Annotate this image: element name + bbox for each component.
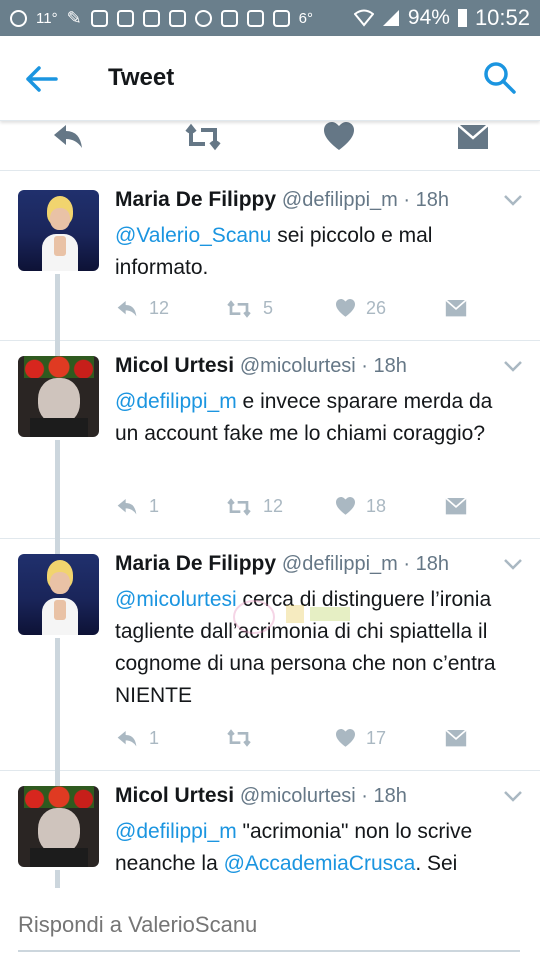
thread-line — [55, 340, 60, 356]
parent-tweet-actions — [0, 120, 540, 171]
thread-line — [55, 538, 60, 554]
retweet-icon — [227, 497, 251, 516]
divider — [0, 538, 540, 539]
gallery-icon — [90, 9, 108, 27]
instagram-icon — [168, 9, 186, 27]
wrench-icon: ✎ — [66, 7, 82, 28]
chevron-down-icon[interactable] — [504, 558, 522, 570]
like-icon — [336, 729, 355, 747]
author-name[interactable]: Micol Urtesi — [115, 784, 234, 807]
tweet-header: Micol Urtesi @micolurtesi · 18h — [115, 784, 407, 808]
status-left-text: 11° — [36, 9, 58, 27]
author-name[interactable]: Maria De Filippy — [115, 188, 276, 211]
like-count: 18 — [366, 496, 387, 516]
instagram-icon — [142, 9, 160, 27]
wifi-icon — [353, 9, 374, 27]
reply-action[interactable]: 1 — [115, 728, 159, 749]
tweet-text: @defilippi_m "acrimonia" non lo scrive n… — [115, 816, 510, 880]
reply-icon — [117, 498, 137, 514]
status-bar: 11° ✎ 6° 94% 10:52 — [0, 0, 540, 36]
retweet-icon — [227, 299, 251, 318]
status-temp: 6° — [298, 9, 314, 27]
like-icon — [336, 497, 355, 515]
author-name[interactable]: Micol Urtesi — [115, 354, 234, 377]
chat-bubble-icon — [10, 9, 27, 27]
author-handle: @defilippi_m · 18h — [281, 553, 449, 575]
reply-count: 1 — [149, 496, 160, 516]
like-icon — [336, 299, 355, 317]
thread-line — [55, 638, 60, 778]
reply-count: 1 — [149, 728, 160, 748]
retweet-icon — [227, 729, 251, 747]
avatar[interactable] — [18, 554, 99, 635]
reply-action[interactable]: 1 — [115, 496, 159, 517]
direct-message-icon[interactable] — [445, 298, 467, 317]
avatar[interactable] — [18, 786, 99, 867]
instagram-icon — [272, 9, 290, 27]
retweet-icon[interactable] — [183, 122, 223, 152]
tweet-text: @Valerio_Scanu sei piccolo e mal informa… — [115, 220, 510, 284]
direct-message-icon[interactable] — [457, 122, 489, 150]
mention-link[interactable]: @defilippi_m — [115, 390, 237, 413]
reply-action[interactable]: 12 — [115, 298, 169, 319]
chevron-down-icon[interactable] — [504, 194, 522, 206]
battery-icon — [457, 9, 467, 27]
author-handle: @micolurtesi · 18h — [239, 785, 407, 807]
like-action[interactable]: 26 — [335, 298, 386, 319]
retweet-count: 12 — [263, 496, 284, 516]
mention-link[interactable]: @AccademiaCrusca — [224, 852, 416, 875]
watermark-logo — [233, 600, 350, 634]
tweet-header: Maria De Filippy @defilippi_m · 18h — [115, 188, 449, 212]
like-count: 26 — [366, 298, 387, 318]
tweet-header: Micol Urtesi @micolurtesi · 18h — [115, 354, 407, 378]
like-action[interactable]: 18 — [335, 496, 386, 517]
tweet-text: @defilippi_m e invece sparare merda da u… — [115, 386, 510, 450]
retweet-action[interactable]: 12 — [225, 496, 283, 517]
tweet-text-body: . Sei — [415, 852, 458, 875]
back-arrow-icon[interactable] — [22, 62, 62, 96]
clock: 10:52 — [474, 5, 530, 30]
divider — [0, 770, 540, 771]
page-title: Tweet — [108, 64, 175, 91]
retweet-count: 5 — [263, 298, 274, 318]
author-name[interactable]: Maria De Filippy — [115, 552, 276, 575]
avatar[interactable] — [18, 356, 99, 437]
avatar[interactable] — [18, 190, 99, 271]
like-count: 17 — [366, 728, 387, 748]
thread-line — [55, 770, 60, 786]
instagram-icon — [116, 9, 134, 27]
instagram-icon — [220, 9, 238, 27]
reply-bar — [0, 888, 540, 960]
tweet-header: Maria De Filippy @defilippi_m · 18h — [115, 552, 449, 576]
reply-count: 12 — [149, 298, 170, 318]
thread-line — [55, 440, 60, 548]
retweet-action[interactable]: 5 — [225, 298, 273, 319]
author-handle: @micolurtesi · 18h — [239, 355, 407, 377]
signal-icon — [382, 10, 399, 26]
battery-percent: 94% — [407, 6, 450, 29]
direct-message-icon[interactable] — [445, 496, 467, 515]
mention-link[interactable]: @micolurtesi — [115, 588, 237, 611]
direct-message-icon[interactable] — [445, 728, 467, 747]
reply-icon — [117, 730, 137, 746]
chevron-down-icon[interactable] — [504, 790, 522, 802]
top-bar: Tweet — [0, 36, 540, 121]
reply-icon[interactable] — [50, 122, 86, 152]
thread-line — [55, 274, 60, 342]
divider — [0, 340, 540, 341]
author-handle: @defilippi_m · 18h — [281, 189, 449, 211]
like-icon[interactable] — [323, 122, 355, 152]
mention-link[interactable]: @Valerio_Scanu — [115, 224, 271, 247]
search-icon[interactable] — [482, 60, 518, 96]
messenger-icon — [194, 9, 212, 27]
chevron-down-icon[interactable] — [504, 360, 522, 372]
reply-input[interactable] — [18, 900, 520, 952]
mention-link[interactable]: @defilippi_m — [115, 820, 237, 843]
like-action[interactable]: 17 — [335, 728, 386, 749]
instagram-icon — [246, 9, 264, 27]
reply-icon — [117, 300, 137, 316]
retweet-action[interactable] — [225, 728, 263, 748]
